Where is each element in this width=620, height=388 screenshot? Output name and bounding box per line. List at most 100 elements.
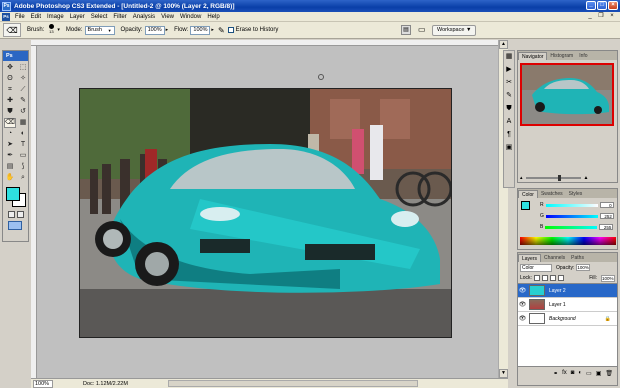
eye-icon[interactable]: 👁 — [518, 301, 527, 308]
move-tool-icon[interactable]: ✥ — [4, 63, 16, 73]
zoom-field[interactable]: 100% — [33, 379, 53, 388]
close-button[interactable]: × — [608, 1, 618, 10]
maximize-button[interactable]: □ — [597, 1, 607, 10]
brush-picker[interactable]: 13 — [46, 24, 56, 36]
marquee-tool-icon[interactable]: ⬚ — [17, 63, 29, 73]
layer-opacity-input[interactable]: 100% — [576, 264, 591, 271]
tab-layers[interactable]: Layers — [518, 254, 542, 262]
horizontal-scrollbar[interactable] — [167, 380, 418, 387]
menu-view[interactable]: View — [158, 14, 177, 20]
quick-mask-icon[interactable] — [17, 211, 24, 218]
menu-window[interactable]: Window — [177, 14, 204, 20]
tab-swatches[interactable]: Swatches — [538, 190, 566, 198]
paragraph-panel-icon[interactable]: ¶ — [504, 130, 514, 140]
brush-tool-icon[interactable]: ✎ — [17, 96, 29, 106]
history-panel-icon[interactable]: ▦ — [504, 52, 514, 62]
fill-input[interactable]: 100% — [601, 274, 615, 282]
lock-transparent-pixels-icon[interactable] — [533, 275, 540, 281]
delete-layer-icon[interactable]: 🗑 — [605, 370, 613, 377]
navigator-zoom-slider[interactable] — [525, 174, 581, 181]
blue-slider[interactable] — [545, 225, 598, 229]
flow-input[interactable]: 100% — [190, 25, 211, 35]
menu-image[interactable]: Image — [44, 14, 67, 20]
zoom-out-icon[interactable]: ▴ — [520, 175, 523, 181]
eyedropper-tool-icon[interactable]: ⟆ — [17, 162, 29, 172]
palette-well-icon[interactable]: ▤ — [401, 25, 411, 35]
lock-image-pixels-icon[interactable] — [541, 275, 548, 281]
eraser-tool-icon[interactable]: ⌫ — [4, 118, 16, 128]
tab-paths[interactable]: Paths — [568, 254, 587, 262]
bridge-icon[interactable]: ▭ — [418, 25, 426, 34]
doc-close-icon[interactable]: × — [608, 13, 616, 20]
menu-layer[interactable]: Layer — [67, 14, 88, 20]
healing-brush-tool-icon[interactable]: ✚ — [4, 96, 16, 106]
doc-size[interactable]: Doc: 1.12M/2.22M — [83, 381, 128, 387]
brush-dropdown-icon[interactable]: ▾ — [57, 27, 60, 33]
hand-tool-icon[interactable]: ✋ — [4, 173, 16, 183]
character-panel-icon[interactable]: A — [504, 117, 514, 127]
minimize-button[interactable]: _ — [586, 1, 596, 10]
menu-help[interactable]: Help — [204, 14, 222, 20]
airbrush-icon[interactable]: ✎ — [218, 26, 225, 35]
mode-select[interactable]: Brush ▼ — [84, 25, 115, 35]
eraser-preset-icon[interactable]: ⌫ — [3, 23, 21, 37]
pen-tool-icon[interactable]: ✒ — [4, 151, 16, 161]
menu-edit[interactable]: Edit — [28, 14, 44, 20]
magic-wand-tool-icon[interactable]: ✧ — [17, 74, 29, 84]
zoom-tool-icon[interactable]: ⌕ — [17, 173, 29, 183]
blur-tool-icon[interactable]: ◔ — [4, 129, 16, 139]
tool-presets-icon[interactable]: ✂ — [504, 78, 514, 88]
blue-value[interactable]: 255 — [599, 224, 614, 230]
crop-tool-icon[interactable]: ⌗ — [4, 85, 16, 95]
menu-analysis[interactable]: Analysis — [130, 14, 158, 20]
shape-tool-icon[interactable]: ▭ — [17, 151, 29, 161]
clone-stamp-tool-icon[interactable]: ⛊ — [4, 107, 16, 117]
layer-comps-icon[interactable]: ▣ — [504, 143, 514, 153]
color-spectrum-bar[interactable] — [520, 237, 616, 245]
eye-icon[interactable]: 👁 — [518, 315, 527, 322]
layer-row-layer-1[interactable]: 👁 Layer 1 — [518, 298, 617, 312]
tab-info[interactable]: Info — [576, 52, 590, 60]
tab-histogram[interactable]: Histogram — [547, 52, 576, 60]
eye-icon[interactable]: 👁 — [518, 287, 527, 294]
history-brush-tool-icon[interactable]: ↺ — [17, 107, 29, 117]
document-image[interactable] — [79, 88, 452, 338]
link-layers-icon[interactable]: ⚭ — [553, 370, 558, 377]
foreground-color-swatch[interactable] — [6, 187, 20, 201]
vertical-ruler[interactable] — [31, 46, 37, 378]
color-panel-foreground-swatch[interactable] — [521, 201, 530, 210]
scroll-down-icon[interactable]: ▼ — [499, 369, 508, 378]
screen-mode-icon[interactable] — [8, 221, 22, 230]
layer-row-layer-2[interactable]: 👁 Layer 2 — [518, 284, 617, 298]
layer-style-icon[interactable]: fx — [562, 370, 567, 376]
new-group-icon[interactable]: ▭ — [586, 370, 592, 377]
red-slider[interactable] — [545, 203, 598, 207]
lasso-tool-icon[interactable]: ʘ — [4, 74, 16, 84]
doc-minimize-icon[interactable]: _ — [586, 13, 594, 20]
flow-slider-icon[interactable]: ▸ — [211, 27, 214, 33]
tab-styles[interactable]: Styles — [566, 190, 586, 198]
layer-row-background[interactable]: 👁 Background 🔒 — [518, 312, 617, 326]
horizontal-ruler[interactable] — [31, 40, 498, 46]
menu-file[interactable]: File — [12, 14, 28, 20]
erase-to-history-checkbox[interactable] — [227, 27, 234, 33]
zoom-slider-knob[interactable] — [557, 174, 561, 181]
standard-mode-icon[interactable] — [8, 211, 15, 218]
document-icon[interactable]: Ps — [2, 12, 10, 21]
notes-tool-icon[interactable]: ▤ — [4, 162, 16, 172]
lock-all-icon[interactable] — [557, 275, 564, 281]
dodge-tool-icon[interactable]: ◐ — [17, 129, 29, 139]
scroll-up-icon[interactable]: ▲ — [499, 40, 508, 49]
opacity-input[interactable]: 100% — [144, 25, 165, 35]
tab-color[interactable]: Color — [518, 190, 538, 198]
gradient-tool-icon[interactable]: ▦ — [17, 118, 29, 128]
photoshop-app-icon[interactable]: Ps — [2, 1, 11, 11]
menu-select[interactable]: Select — [88, 14, 111, 20]
blend-mode-select[interactable]: Color — [520, 263, 552, 272]
new-layer-icon[interactable]: ▣ — [596, 370, 602, 377]
navigator-preview[interactable] — [520, 63, 614, 126]
tab-navigator[interactable]: Navigator — [518, 52, 548, 60]
actions-panel-icon[interactable]: ▶ — [504, 65, 514, 75]
clone-source-icon[interactable]: ⛊ — [504, 104, 514, 114]
menu-filter[interactable]: Filter — [110, 14, 129, 20]
